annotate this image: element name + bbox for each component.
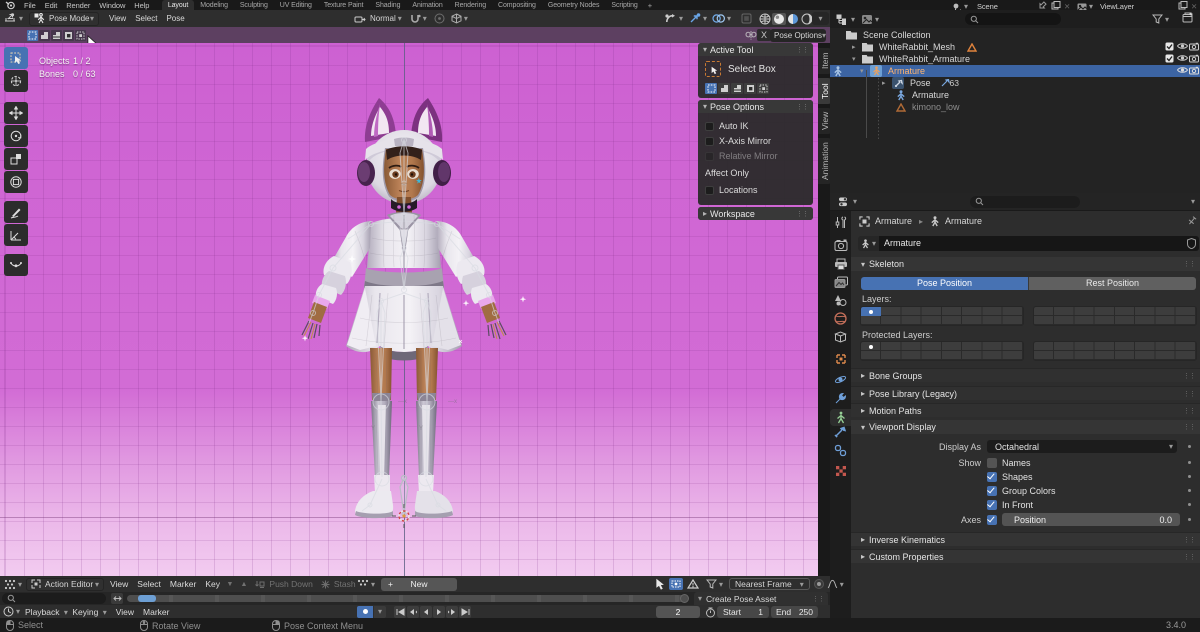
- svg-text:Y: Y: [419, 426, 423, 432]
- svg-text:—x: —x: [448, 399, 457, 405]
- svg-text:Y: Y: [371, 426, 375, 432]
- svg-text:—x: —x: [398, 399, 407, 405]
